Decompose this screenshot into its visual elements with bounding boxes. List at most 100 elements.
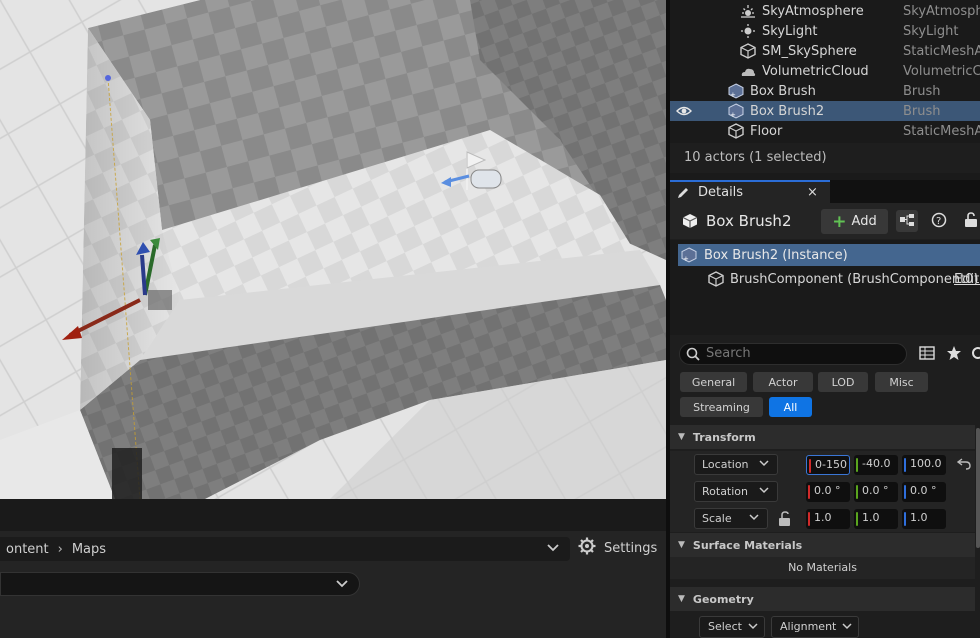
scale-row: Scale 1.0 1.0 1.0 <box>670 505 975 532</box>
details-search-input[interactable]: Search <box>679 343 907 365</box>
filter-actor[interactable]: Actor <box>753 372 813 392</box>
geometry-alignment-dropdown[interactable]: Alignment <box>771 616 859 638</box>
close-icon[interactable]: × <box>807 185 818 200</box>
chevron-down-icon <box>759 485 769 498</box>
details-panel: Details × Box Brush2 + Add ? + Box Brush… <box>670 180 980 638</box>
star-icon[interactable] <box>946 345 962 364</box>
outliner-item-type: StaticMeshA <box>903 123 980 139</box>
edit-link[interactable]: Edit i <box>954 272 980 287</box>
skylight-icon <box>740 23 756 39</box>
scale-x-field[interactable]: 1.0 <box>806 509 850 529</box>
search-placeholder: Search <box>706 346 751 361</box>
reset-arrow-icon[interactable] <box>956 458 971 473</box>
search-icon <box>686 347 700 364</box>
chevron-down-icon: ▼ <box>678 432 685 442</box>
outliner-item-type: StaticMeshA <box>903 43 980 59</box>
category-label: Transform <box>692 430 756 444</box>
outliner-row-box-brush2[interactable]: + Box Brush2 Brush <box>670 101 980 121</box>
brush-component-row[interactable]: BrushComponent (BrushComponent0) Edit i <box>678 268 980 290</box>
breadcrumb-item-maps[interactable]: Maps <box>66 542 112 557</box>
scale-lock-icon[interactable] <box>778 511 792 530</box>
scale-y-field[interactable]: 1.0 <box>854 509 898 529</box>
details-header: Box Brush2 + Add ? <box>670 203 980 239</box>
chevron-down-icon <box>748 621 758 634</box>
scale-dropdown[interactable]: Scale <box>694 508 768 529</box>
outliner-item-type: SkyLight <box>903 23 959 39</box>
component-instance-row[interactable]: + Box Brush2 (Instance) <box>678 244 980 266</box>
chevron-down-icon <box>759 458 769 471</box>
outliner-item-type: Brush <box>903 103 941 119</box>
details-scrollbar[interactable] <box>976 428 980 548</box>
table-view-icon[interactable] <box>919 346 935 363</box>
actor-cube-icon <box>682 213 698 232</box>
svg-text:+: + <box>730 111 736 119</box>
geometry-select-dropdown[interactable]: Select <box>699 616 765 638</box>
outliner-row-box-brush[interactable]: + Box Brush Brush <box>670 81 980 101</box>
chevron-down-icon <box>749 512 759 525</box>
settings-button[interactable]: Settings <box>578 535 657 561</box>
outliner-item-name: SM_SkySphere <box>762 43 857 59</box>
blueprint-button[interactable] <box>896 210 918 232</box>
chevron-down-icon: ▼ <box>678 540 685 550</box>
outliner-item-name: SkyLight <box>762 23 818 39</box>
static-mesh-icon <box>728 123 744 139</box>
level-viewport[interactable] <box>0 0 666 499</box>
filter-general[interactable]: General <box>680 372 747 392</box>
outliner-item-type: VolumetricCl <box>903 63 980 79</box>
content-browser: ontent › Maps Settings <box>0 531 666 638</box>
outliner-row-sm-skysphere[interactable]: SM_SkySphere StaticMeshA <box>670 41 980 61</box>
brush-icon: + <box>728 83 744 99</box>
chevron-right-icon: › <box>57 541 63 557</box>
tab-details[interactable]: Details × <box>670 180 830 203</box>
no-materials-text: No Materials <box>670 557 975 579</box>
rotation-y-field[interactable]: 0.0 ° <box>854 482 898 502</box>
path-filter-dropdown[interactable] <box>0 572 360 596</box>
location-x-field[interactable]: 0-150 <box>806 455 850 475</box>
world-outliner: SkyAtmosphere SkyAtmosph SkyLight SkyLig… <box>670 0 980 180</box>
cloud-icon <box>740 63 756 79</box>
category-label: Geometry <box>692 592 754 606</box>
rotation-dropdown[interactable]: Rotation <box>694 481 778 502</box>
breadcrumb-item-content[interactable]: ontent <box>0 542 55 557</box>
component-tree: + Box Brush2 (Instance) BrushComponent (… <box>670 240 980 335</box>
content-browser-tabstrip <box>0 499 666 531</box>
category-transform[interactable]: ▼ Transform <box>670 425 975 449</box>
settings-label: Settings <box>604 540 658 556</box>
outliner-item-name: Box Brush <box>750 83 816 99</box>
chevron-down-icon[interactable] <box>546 540 560 558</box>
rotation-row: Rotation 0.0 ° 0.0 ° 0.0 ° <box>670 478 975 505</box>
sun-icon <box>740 3 756 19</box>
category-surface-materials[interactable]: ▼ Surface Materials <box>670 533 975 557</box>
rotation-x-field[interactable]: 0.0 ° <box>806 482 850 502</box>
static-mesh-icon <box>740 43 756 59</box>
viewport-scene <box>0 0 666 499</box>
filter-streaming[interactable]: Streaming <box>680 397 763 417</box>
outliner-row-floor[interactable]: Floor StaticMeshA <box>670 121 980 141</box>
settings-gear-icon[interactable] <box>970 345 980 364</box>
rotation-z-field[interactable]: 0.0 ° <box>902 482 946 502</box>
category-geometry[interactable]: ▼ Geometry <box>670 587 975 611</box>
add-component-button[interactable]: + Add <box>821 209 888 234</box>
outliner-item-name: SkyAtmosphere <box>762 3 864 19</box>
location-dropdown[interactable]: Location <box>694 454 778 475</box>
help-button[interactable]: ? <box>928 210 950 232</box>
breadcrumb[interactable]: ontent › Maps <box>0 537 570 561</box>
outliner-row-skylight[interactable]: SkyLight SkyLight <box>670 21 980 41</box>
category-label: Surface Materials <box>692 538 803 552</box>
add-label: Add <box>851 214 877 229</box>
location-label: Location <box>702 458 749 471</box>
filter-misc[interactable]: Misc <box>875 372 928 392</box>
outliner-row-skyatmosphere[interactable]: SkyAtmosphere SkyAtmosph <box>670 1 980 21</box>
lock-button[interactable] <box>960 210 980 232</box>
location-z-field[interactable]: 100.0 <box>902 455 946 475</box>
visibility-eye-icon[interactable] <box>676 104 692 122</box>
outliner-row-volumetriccloud[interactable]: VolumetricCloud VolumetricCl <box>670 61 980 81</box>
scale-z-field[interactable]: 1.0 <box>902 509 946 529</box>
outliner-item-name: Box Brush2 <box>750 103 825 119</box>
lock-icon <box>964 211 978 231</box>
location-y-field[interactable]: -40.0 <box>854 455 898 475</box>
hierarchy-icon <box>899 213 915 230</box>
filter-all[interactable]: All <box>769 397 812 417</box>
details-tabbar: Details × <box>670 180 980 203</box>
filter-lod[interactable]: LOD <box>818 372 868 392</box>
